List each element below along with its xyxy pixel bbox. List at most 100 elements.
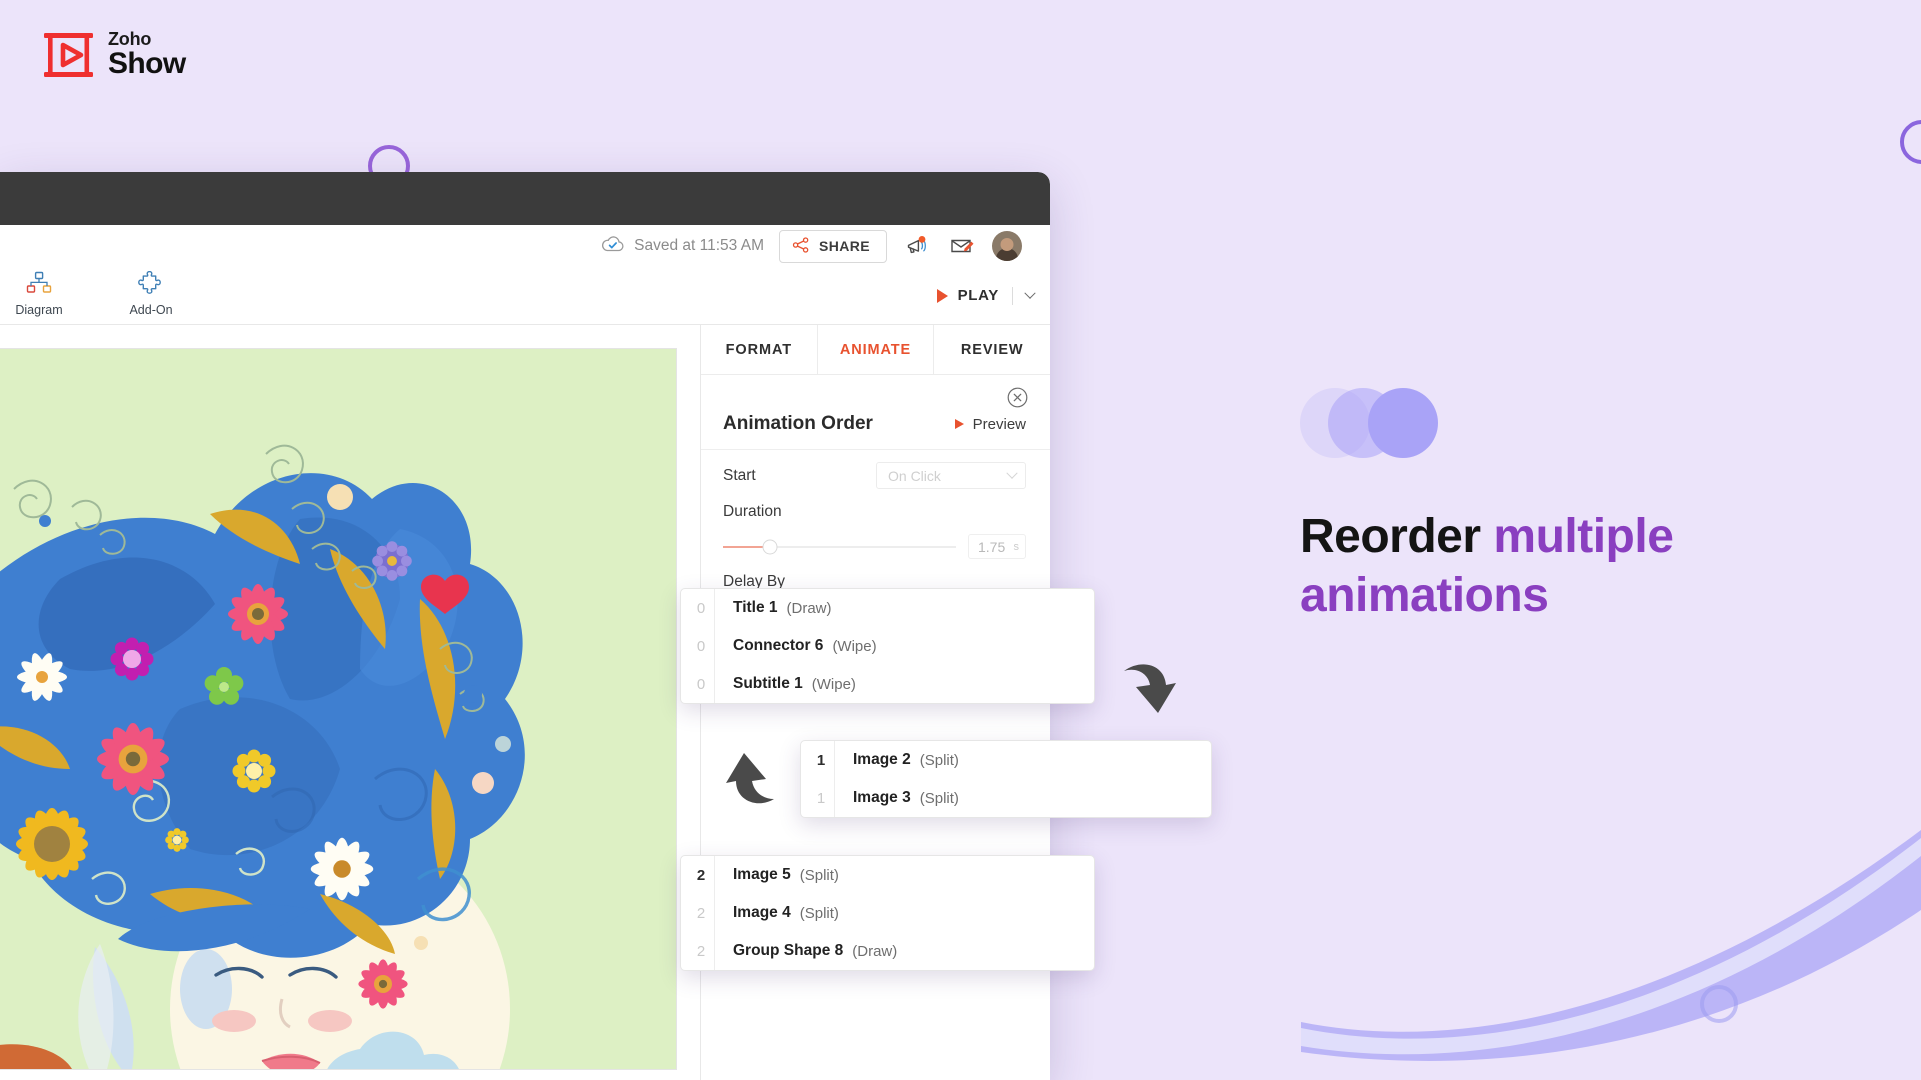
animation-row[interactable]: 0 Title 1 (Draw) bbox=[681, 589, 1094, 627]
animation-effect-name: (Draw) bbox=[852, 942, 898, 960]
divider bbox=[1012, 286, 1013, 305]
decorative-ring-right bbox=[1900, 120, 1921, 164]
page-headline: Reorder multiple animations bbox=[1300, 508, 1820, 625]
start-label: Start bbox=[723, 466, 756, 484]
animation-effect-name: (Split) bbox=[799, 904, 839, 922]
puzzle-piece-icon bbox=[138, 270, 164, 299]
animation-row[interactable]: 2 Image 5 (Split) bbox=[681, 856, 1094, 894]
slide-area bbox=[0, 325, 700, 1080]
animation-order-index: 2 bbox=[688, 932, 715, 970]
duration-block: Duration 1.75 s bbox=[701, 489, 1050, 559]
logo-wordmark: Zoho Show bbox=[108, 30, 186, 79]
duration-label: Duration bbox=[723, 503, 782, 520]
logo-zoho-text: Zoho bbox=[108, 29, 152, 49]
window-titlebar bbox=[0, 172, 1050, 225]
animation-order-index: 2 bbox=[688, 894, 715, 932]
animation-effect-name: (Split) bbox=[919, 789, 959, 807]
animation-effect-name: (Wipe) bbox=[832, 637, 877, 655]
animation-row[interactable]: 1 Image 3 (Split) bbox=[801, 779, 1211, 817]
tab-review[interactable]: REVIEW bbox=[934, 325, 1050, 374]
animation-effect-name: (Split) bbox=[799, 866, 839, 884]
animation-object-name: Image 5 bbox=[733, 866, 791, 883]
animation-object-name: Image 4 bbox=[733, 904, 791, 921]
ribbon-tool-label: Diagram bbox=[15, 303, 63, 317]
avatar[interactable] bbox=[992, 231, 1022, 261]
animation-object-name: Title 1 bbox=[733, 599, 778, 616]
duration-unit: s bbox=[1013, 540, 1020, 553]
saved-status: Saved at 11:53 AM bbox=[601, 235, 764, 258]
duration-slider-thumb[interactable] bbox=[762, 539, 778, 554]
curved-arrow-down-icon bbox=[1120, 655, 1182, 726]
animation-effect-name: (Split) bbox=[919, 751, 959, 769]
animation-effect-name: (Draw) bbox=[786, 599, 832, 617]
headline-plain: Reorder bbox=[1300, 510, 1494, 563]
zoho-show-logo[interactable]: Zoho Show bbox=[42, 30, 186, 79]
decorative-blob-group bbox=[1300, 388, 1450, 458]
animation-row[interactable]: 2 Image 4 (Split) bbox=[681, 894, 1094, 932]
preview-button-label: Preview bbox=[972, 415, 1026, 433]
animation-order-index: 2 bbox=[688, 856, 715, 894]
girl-with-blue-flower-hair-illustration bbox=[0, 349, 676, 1069]
ribbon-toolbar: Diagram Add-On PLAY bbox=[0, 267, 1050, 325]
share-nodes-icon bbox=[792, 236, 810, 256]
animation-effect-name: (Wipe) bbox=[811, 675, 856, 693]
duration-value: 1.75 bbox=[978, 538, 1006, 555]
panel-header: Animation Order Preview bbox=[701, 375, 1050, 450]
play-button-label: PLAY bbox=[957, 287, 999, 304]
play-frame-icon bbox=[42, 31, 95, 79]
app-topbar: Saved at 11:53 AM SHARE bbox=[0, 225, 1050, 267]
chevron-down-icon bbox=[1024, 287, 1036, 299]
animation-row[interactable]: 0 Connector 6 (Wipe) bbox=[681, 627, 1094, 665]
animation-order-card[interactable]: 2 Image 5 (Split) 2 Image 4 (Split) 2 Group Sha… bbox=[680, 855, 1095, 971]
play-triangle-icon bbox=[954, 419, 964, 429]
animation-row[interactable]: 1 Image 2 (Split) bbox=[801, 741, 1211, 779]
duration-slider-line: 1.75 s bbox=[723, 534, 1026, 559]
animation-object-name: Image 2 bbox=[853, 751, 911, 768]
share-button-label: SHARE bbox=[818, 238, 870, 254]
envelope-edit-icon[interactable] bbox=[947, 231, 977, 261]
page-title: Animation Order bbox=[723, 413, 873, 434]
close-circle-icon[interactable] bbox=[1007, 387, 1028, 413]
ribbon-tool-addon[interactable]: Add-On bbox=[120, 270, 182, 317]
animation-order-card[interactable]: 1 Image 2 (Split) 1 Image 3 (Split) bbox=[800, 740, 1212, 818]
panel-tabs: FORMAT ANIMATE REVIEW bbox=[701, 325, 1050, 375]
curved-arrow-up-icon bbox=[722, 745, 782, 816]
animation-order-index: 0 bbox=[688, 627, 715, 665]
animation-row[interactable]: 2 Group Shape 8 (Draw) bbox=[681, 932, 1094, 970]
decorative-wave bbox=[1301, 830, 1921, 1061]
animation-order-index: 0 bbox=[688, 589, 715, 627]
ribbon-tools: Diagram Add-On bbox=[0, 267, 700, 324]
duration-value-box[interactable]: 1.75 s bbox=[968, 534, 1026, 559]
ribbon-tool-label: Add-On bbox=[129, 303, 173, 317]
hierarchy-diagram-icon bbox=[26, 271, 52, 299]
cloud-check-icon bbox=[601, 235, 625, 258]
slide-canvas[interactable] bbox=[0, 349, 676, 1069]
play-triangle-icon bbox=[936, 288, 948, 303]
play-dropdown-button[interactable] bbox=[1024, 287, 1036, 305]
start-select-value: On Click bbox=[888, 467, 941, 484]
play-button[interactable]: PLAY bbox=[936, 287, 999, 304]
decorative-ring-wave bbox=[1700, 985, 1738, 1023]
animation-order-index: 0 bbox=[688, 665, 715, 703]
ribbon-tool-diagram[interactable]: Diagram bbox=[8, 271, 70, 317]
animation-object-name: Connector 6 bbox=[733, 637, 824, 654]
chevron-down-icon bbox=[1006, 467, 1018, 479]
start-select[interactable]: On Click bbox=[876, 462, 1026, 489]
play-group: PLAY bbox=[700, 267, 1050, 324]
share-button[interactable]: SHARE bbox=[778, 229, 887, 263]
megaphone-icon[interactable] bbox=[902, 231, 932, 261]
animation-order-index: 1 bbox=[808, 741, 835, 779]
duration-slider[interactable] bbox=[723, 539, 956, 554]
tab-animate[interactable]: ANIMATE bbox=[818, 325, 935, 374]
tab-format[interactable]: FORMAT bbox=[701, 325, 818, 374]
animation-row[interactable]: 0 Subtitle 1 (Wipe) bbox=[681, 665, 1094, 703]
saved-status-text: Saved at 11:53 AM bbox=[634, 237, 764, 254]
logo-show-text: Show bbox=[108, 47, 186, 80]
animation-order-card[interactable]: 0 Title 1 (Draw) 0 Connector 6 (Wipe) 0 Subtitl… bbox=[680, 588, 1095, 704]
animation-object-name: Image 3 bbox=[853, 789, 911, 806]
decorative-blob-solid bbox=[1368, 388, 1438, 458]
animation-order-index: 1 bbox=[808, 779, 835, 817]
preview-button[interactable]: Preview bbox=[954, 415, 1026, 433]
start-field-row: Start On Click bbox=[701, 450, 1050, 489]
animation-object-name: Subtitle 1 bbox=[733, 675, 803, 692]
